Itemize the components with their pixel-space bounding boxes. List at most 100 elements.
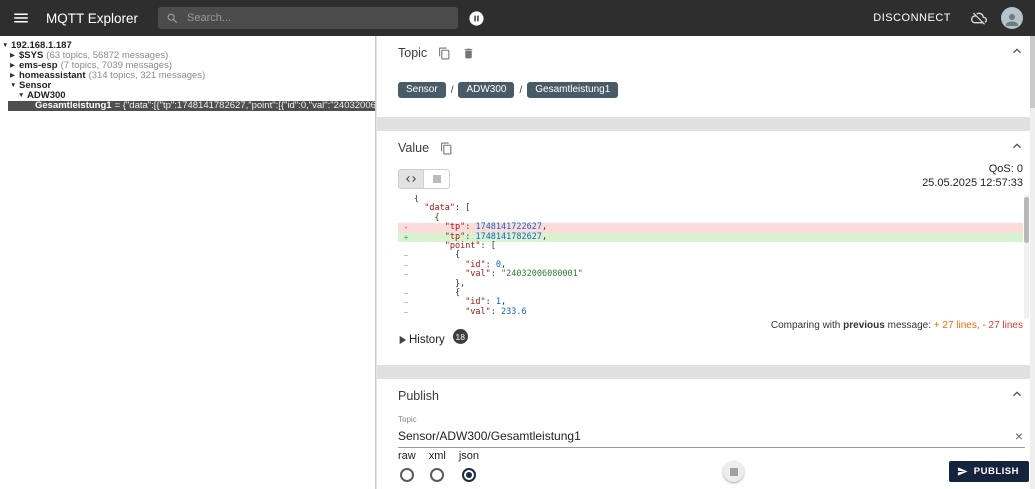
publish-topic-value[interactable]: Sensor/ADW300/Gesamtleistung1 xyxy=(398,429,1013,443)
format-option-xml[interactable]: xml xyxy=(429,450,446,482)
format-option-json[interactable]: json xyxy=(459,450,479,482)
value-section-title: Value xyxy=(398,141,430,155)
collapse-value-icon[interactable] xyxy=(1009,138,1025,154)
tree-label: ADW300 xyxy=(27,91,66,101)
tree-toggle-icon[interactable]: ▼ xyxy=(18,91,27,101)
tree-meta: = {"data":[{"tp":1748141782627,"point":[… xyxy=(114,101,375,111)
payload-menu-button[interactable] xyxy=(723,461,744,482)
diff-marker xyxy=(398,204,414,213)
topic-breadcrumb: Sensor / ADW300 / Gesamtleistung1 xyxy=(398,82,619,98)
search-input[interactable] xyxy=(185,11,451,25)
detail-pane: Topic Sensor / ADW300 / Gesamtleistung1 Valu… xyxy=(377,36,1035,489)
publish-topic-label: Topic xyxy=(398,415,417,424)
tree-meta: (7 topics, 7039 messages) xyxy=(60,61,172,71)
format-label: json xyxy=(458,450,480,462)
breadcrumb-separator: / xyxy=(450,84,454,96)
diff-scrollbar[interactable] xyxy=(1024,195,1029,318)
diff-marker xyxy=(398,242,414,251)
tree-row[interactable]: Gesamtleistung1 = {"data":[{"tp":17481417… xyxy=(8,101,375,111)
radio-xml[interactable] xyxy=(430,468,445,482)
tree-row[interactable]: ▼ Sensor xyxy=(0,81,375,91)
tree-toggle-icon[interactable]: ▶ xyxy=(10,51,19,61)
tree-label: ems-esp xyxy=(19,61,58,71)
cloud-off-icon[interactable] xyxy=(971,10,987,26)
tree-row[interactable]: ▼ 192.168.1.187 xyxy=(0,41,375,51)
removed-lines-count: - 27 lines xyxy=(979,320,1023,331)
format-options: raw xml json xyxy=(398,450,479,482)
diff-line: "point": [ xyxy=(398,241,1023,251)
breadcrumb-separator: / xyxy=(519,84,523,96)
radio-raw[interactable] xyxy=(399,468,414,482)
history-label: History xyxy=(409,333,445,346)
format-option-raw[interactable]: raw xyxy=(398,450,416,482)
value-section: Value QoS: 0 25.05.2025 12:57:33 { "data… xyxy=(377,131,1035,365)
format-label: raw xyxy=(398,450,416,462)
tree-row[interactable]: ▶ homeassistant (314 topics, 321 messages) xyxy=(0,71,375,81)
diff-marker: ~ xyxy=(403,260,409,270)
tree-toggle-icon[interactable]: ▼ xyxy=(10,81,19,91)
diff-marker: ~ xyxy=(403,270,409,280)
topic-section-title: Topic xyxy=(398,46,428,60)
tree-row[interactable]: ▼ ADW300 xyxy=(0,91,375,101)
copy-topic-icon[interactable] xyxy=(438,47,451,60)
tree-row[interactable]: ▶ $SYS (63 topics, 56872 messages) xyxy=(0,51,375,61)
diff-line: ~ "val": 233.6 xyxy=(398,306,1023,317)
diff-marker: - xyxy=(403,223,409,233)
publish-section-title: Publish xyxy=(398,389,439,403)
tree-toggle-icon[interactable]: ▶ xyxy=(10,71,19,81)
topic-chip[interactable]: Sensor xyxy=(398,82,446,98)
delete-topic-icon[interactable] xyxy=(462,47,475,60)
diff-marker: + xyxy=(403,232,409,242)
topic-section: Topic Sensor / ADW300 / Gesamtleistung1 xyxy=(377,36,1035,117)
app-title: MQTT Explorer xyxy=(46,10,139,26)
qos-label: QoS: 0 xyxy=(988,163,1023,175)
format-label: xml xyxy=(428,450,446,462)
history-toggle[interactable]: History 18 xyxy=(395,329,468,347)
publish-button[interactable]: PUBLISH xyxy=(948,461,1029,482)
diff-marker: ~ xyxy=(403,251,409,261)
diff-line: ~ "val": "24032006080001" xyxy=(398,269,1023,280)
clear-topic-icon[interactable]: × xyxy=(1013,429,1025,443)
code-view-button[interactable] xyxy=(398,169,424,189)
tree-row[interactable]: ▶ ems-esp (7 topics, 7039 messages) xyxy=(0,61,375,71)
tree-label: $SYS xyxy=(19,51,44,61)
collapse-publish-icon[interactable] xyxy=(1009,386,1025,402)
disconnect-button[interactable]: DISCONNECT xyxy=(867,11,957,25)
diff-marker: ~ xyxy=(403,298,409,308)
tree-label: Gesamtleistung1 xyxy=(35,101,112,111)
avatar[interactable] xyxy=(1001,7,1023,29)
history-arrow-icon xyxy=(395,333,409,347)
added-lines-count: + 27 lines, xyxy=(933,320,980,331)
tree-label: Sensor xyxy=(19,81,52,91)
tree-toggle-icon[interactable]: ▶ xyxy=(10,61,19,71)
diff-line: }, xyxy=(398,279,1023,289)
topbar: MQTT Explorer DISCONNECT xyxy=(0,0,1035,36)
tree-meta: (63 topics, 56872 messages) xyxy=(46,51,169,61)
diff-line: { xyxy=(398,195,1023,204)
tree-label: 192.168.1.187 xyxy=(11,41,72,51)
pause-button[interactable] xyxy=(468,10,485,27)
pane-scrollbar[interactable] xyxy=(1030,36,1035,489)
diff-marker xyxy=(398,195,414,204)
diff-marker xyxy=(398,280,414,289)
topic-chip[interactable]: Gesamtleistung1 xyxy=(527,82,619,98)
send-icon xyxy=(957,466,968,477)
search-icon xyxy=(166,12,179,25)
list-view-button[interactable] xyxy=(424,169,450,189)
publish-topic-input[interactable]: Sensor/ADW300/Gesamtleistung1 × xyxy=(398,425,1025,448)
tree-toggle-icon[interactable]: ▼ xyxy=(2,41,11,51)
menu-icon[interactable] xyxy=(12,9,30,27)
diff-viewer-lines[interactable]: { "data": [ {- "tp": 1748141722627, + "tp… xyxy=(398,195,1023,318)
search-box[interactable] xyxy=(158,7,459,29)
radio-json[interactable] xyxy=(461,468,476,482)
value-view-toggle xyxy=(398,169,450,189)
diff-marker: ~ xyxy=(403,307,409,317)
publish-section: Publish Topic Sensor/ADW300/Gesamtleistu… xyxy=(377,379,1035,489)
diff-code: "val": 233.6 xyxy=(465,306,527,317)
diff-marker: ~ xyxy=(403,288,409,298)
copy-value-icon[interactable] xyxy=(440,142,453,155)
collapse-topic-icon[interactable] xyxy=(1009,43,1025,59)
topic-chip[interactable]: ADW300 xyxy=(458,82,515,98)
tree-meta: (314 topics, 321 messages) xyxy=(88,71,206,81)
compare-summary: Comparing with previous message: + 27 li… xyxy=(770,320,1023,331)
